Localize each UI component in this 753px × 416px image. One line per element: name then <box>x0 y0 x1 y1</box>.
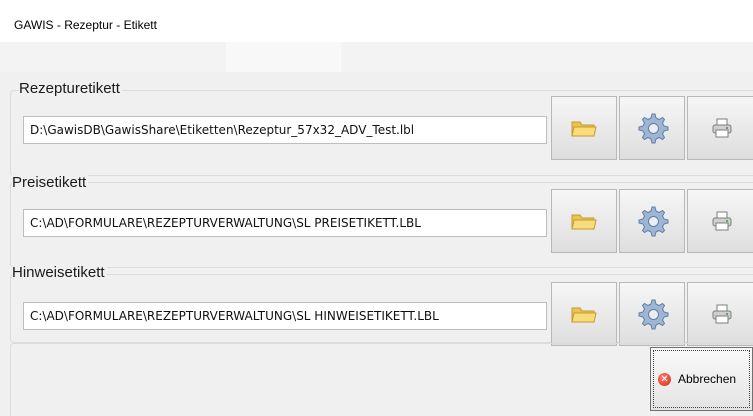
gear-icon <box>638 113 669 144</box>
printer-icon <box>712 118 732 138</box>
print-button-hinweisetikett[interactable] <box>687 282 753 346</box>
settings-button-rezepturetikett[interactable] <box>619 96 685 160</box>
browse-button-rezepturetikett[interactable] <box>551 96 617 160</box>
toolbar-strip <box>0 42 753 72</box>
print-button-rezepturetikett[interactable] <box>687 96 753 160</box>
printer-icon <box>712 304 732 324</box>
rezepturetikett-path-field[interactable]: D:\GawisDB\GawisShare\Etiketten\Rezeptur… <box>23 116 547 144</box>
cancel-button[interactable]: ✕ Abbrechen <box>650 347 753 411</box>
title-bar: GAWIS - Rezeptur - Etikett <box>0 0 753 42</box>
preisetikett-path-field[interactable]: C:\AD\FORMULARE\REZEPTURVERWALTUNG\SL PR… <box>23 209 547 237</box>
window-title: GAWIS - Rezeptur - Etikett <box>14 18 157 32</box>
gear-icon <box>638 206 669 237</box>
folder-icon <box>571 214 597 230</box>
cancel-button-label: Abbrechen <box>678 372 737 386</box>
hinweisetikett-path-field[interactable]: C:\AD\FORMULARE\REZEPTURVERWALTUNG\SL HI… <box>23 302 547 330</box>
cancel-x-icon: ✕ <box>658 372 671 386</box>
browse-button-hinweisetikett[interactable] <box>551 282 617 346</box>
gear-icon <box>638 299 669 330</box>
footer-panel <box>10 343 753 416</box>
folder-icon <box>571 307 597 323</box>
print-button-preisetikett[interactable] <box>687 189 753 253</box>
group-label-preisetikett: Preisetikett <box>12 174 89 191</box>
group-label-rezepturetikett: Rezepturetikett <box>19 80 122 97</box>
settings-button-preisetikett[interactable] <box>619 189 685 253</box>
folder-icon <box>571 121 597 137</box>
group-label-hinweisetikett: Hinweisetikett <box>12 264 107 281</box>
settings-button-hinweisetikett[interactable] <box>619 282 685 346</box>
printer-icon <box>712 211 732 231</box>
browse-button-preisetikett[interactable] <box>551 189 617 253</box>
